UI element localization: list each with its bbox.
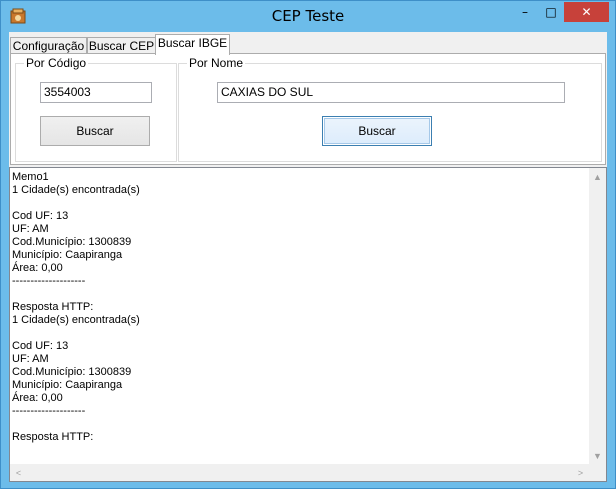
por-codigo-group: Por Código 3554003 Buscar <box>15 56 177 162</box>
title-bar[interactable]: CEP Teste – □ ✕ <box>1 1 615 31</box>
buscar-nome-button[interactable]: Buscar <box>322 116 432 146</box>
codigo-input[interactable]: 3554003 <box>40 82 152 103</box>
scroll-left-icon[interactable]: < <box>10 464 27 481</box>
scrollbar-corner <box>589 464 606 481</box>
vertical-scrollbar[interactable]: ▲ ▼ <box>589 168 606 464</box>
nome-input[interactable]: CAXIAS DO SUL <box>217 82 565 103</box>
scroll-right-icon[interactable]: > <box>572 464 589 481</box>
scroll-up-icon[interactable]: ▲ <box>589 168 606 185</box>
maximize-button[interactable]: □ <box>538 2 564 22</box>
por-nome-group: Por Nome CAXIAS DO SUL Buscar <box>178 56 602 162</box>
scroll-down-icon[interactable]: ▼ <box>589 447 606 464</box>
tab-configuracao[interactable]: Configuração <box>10 37 87 54</box>
app-window: CEP Teste – □ ✕ Configuração Buscar CEP … <box>0 0 616 489</box>
client-area: Configuração Buscar CEP Buscar IBGE Por … <box>9 32 607 482</box>
por-codigo-legend: Por Código <box>24 56 89 70</box>
memo-text[interactable]: Memo1 1 Cidade(s) encontrada(s) Cod UF: … <box>12 171 586 461</box>
buscar-codigo-button[interactable]: Buscar <box>40 116 150 146</box>
tab-buscar-ibge[interactable]: Buscar IBGE <box>155 34 230 55</box>
close-button[interactable]: ✕ <box>564 2 609 22</box>
memo-output[interactable]: Memo1 1 Cidade(s) encontrada(s) Cod UF: … <box>9 167 607 482</box>
minimize-button[interactable]: – <box>512 2 538 22</box>
tab-panel-buscar-ibge: Por Código 3554003 Buscar Por Nome CAXIA… <box>10 53 606 165</box>
tab-buscar-cep[interactable]: Buscar CEP <box>87 37 156 54</box>
por-nome-legend: Por Nome <box>187 56 246 70</box>
horizontal-scrollbar[interactable]: < > <box>10 464 589 481</box>
